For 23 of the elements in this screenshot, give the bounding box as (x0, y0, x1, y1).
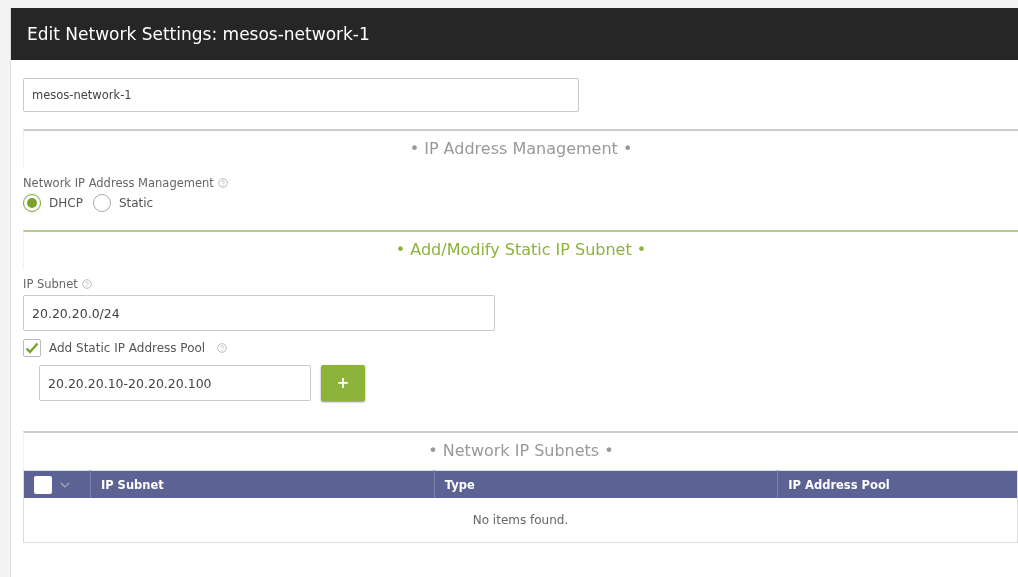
column-header[interactable]: Type (434, 470, 778, 498)
help-icon[interactable] (81, 279, 92, 289)
column-header[interactable]: IP Address Pool (777, 470, 1018, 498)
field-label: IP Subnet (23, 277, 78, 291)
column-header[interactable]: IP Subnet (90, 470, 435, 498)
radio-option[interactable]: Static (92, 194, 154, 212)
section-heading: • IP Address Management • (23, 129, 1018, 168)
help-icon[interactable] (217, 178, 228, 188)
radio-icon[interactable] (23, 194, 41, 212)
section-heading: • Add/Modify Static IP Subnet • (23, 230, 1018, 269)
window-title: Edit Network Settings: mesos-network-1 (11, 8, 1018, 60)
pool-field[interactable]: 20.20.20.10-20.20.20.100 (39, 365, 311, 401)
radio-icon[interactable] (92, 194, 111, 212)
field-label: Network IP Address Management (23, 176, 214, 190)
select-all-checkbox[interactable] (34, 475, 52, 494)
help-icon[interactable] (217, 343, 228, 353)
empty-message: No items found. (23, 498, 1018, 543)
radio-option[interactable]: DHCP (23, 194, 83, 212)
chevron-down-icon[interactable] (60, 481, 70, 488)
checkbox[interactable] (23, 339, 41, 357)
name-field[interactable]: mesos-network-1 (23, 78, 579, 112)
subnet-field[interactable]: 20.20.20.0/24 (23, 295, 495, 331)
checkbox-label: Add Static IP Address Pool (49, 341, 206, 355)
